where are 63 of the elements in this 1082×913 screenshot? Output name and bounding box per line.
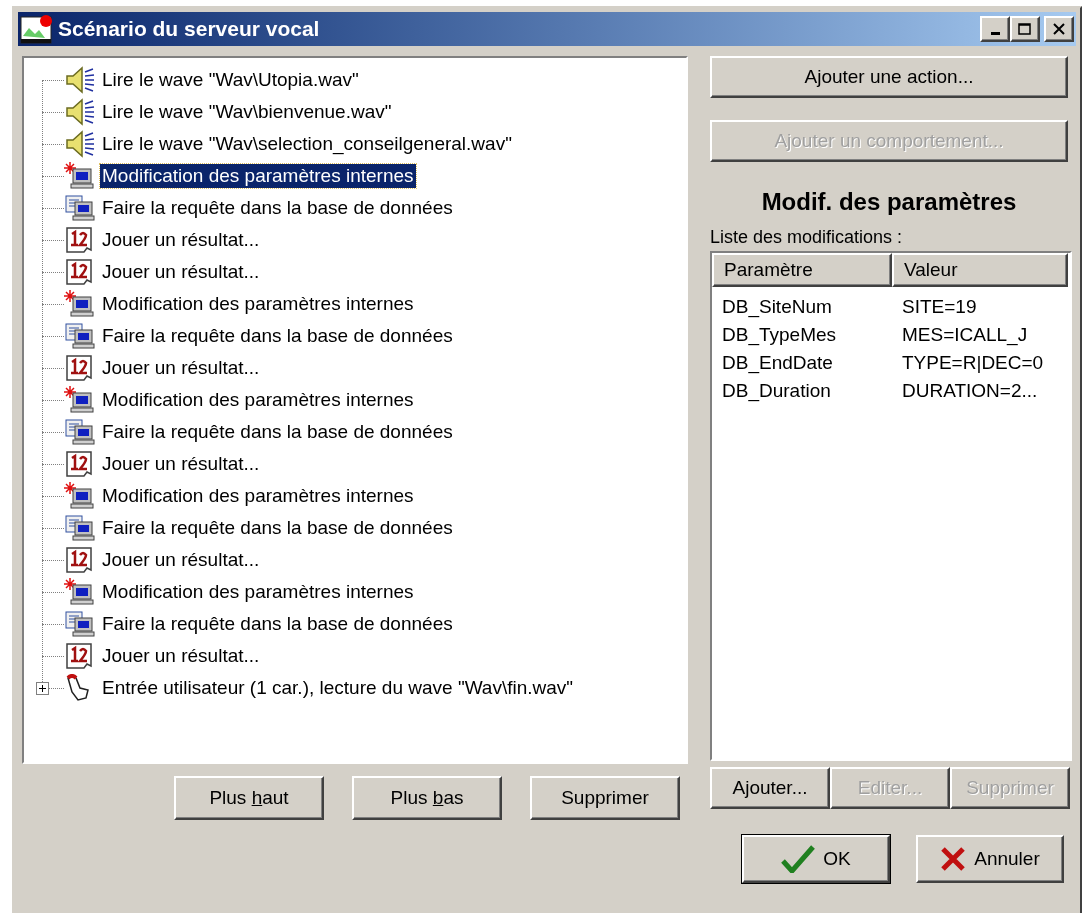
column-header[interactable]: Valeur — [892, 253, 1068, 287]
computer-icon — [64, 162, 96, 190]
tree-item[interactable]: Jouer un résultat... — [100, 644, 262, 668]
tree-item[interactable]: Jouer un résultat... — [100, 548, 262, 572]
computers-icon — [64, 194, 96, 222]
close-button[interactable] — [1044, 16, 1074, 42]
button[interactable]: Ajouter une action... — [710, 56, 1068, 98]
tree-item[interactable]: Jouer un résultat... — [100, 260, 262, 284]
tree-item[interactable]: Lire le wave "Wav\bienvenue.wav" — [100, 100, 394, 124]
tree-item[interactable]: Modification des paramètres internes — [100, 292, 416, 316]
expand-icon[interactable] — [36, 682, 49, 695]
section-title: Modif. des paramètres — [760, 187, 1018, 217]
tree-item[interactable]: Faire la requête dans la base de données — [100, 516, 455, 540]
tree-item[interactable]: Jouer un résultat... — [100, 356, 262, 380]
speaker-icon — [64, 98, 96, 126]
tree-item[interactable]: Lire le wave "Wav\Utopia.wav" — [100, 68, 361, 92]
minimize-icon — [990, 31, 1000, 35]
table-cell-text: DB_TypeMes — [721, 322, 838, 348]
computer-icon — [64, 578, 96, 606]
ok-button[interactable]: OK — [742, 835, 890, 883]
computer-icon — [64, 386, 96, 414]
maximize-button[interactable] — [1010, 16, 1040, 42]
tree-item[interactable]: Jouer un résultat... — [100, 452, 262, 476]
computers-icon — [64, 610, 96, 638]
tree-item[interactable]: Faire la requête dans la base de données — [100, 324, 455, 348]
speaker-icon — [64, 66, 96, 94]
cross-icon — [940, 846, 967, 872]
tree-item[interactable]: Modification des paramètres internes — [100, 580, 416, 604]
tree-item[interactable]: Modification des paramètres internes — [100, 388, 416, 412]
app-icon — [20, 14, 54, 44]
cancel-button[interactable]: Annuler — [916, 835, 1064, 883]
table-cell-text: SITE=19 — [901, 294, 977, 319]
column-header[interactable]: Paramètre — [712, 253, 892, 287]
computer-icon — [64, 482, 96, 510]
table-cell-text: TYPE=R|DEC=0 — [901, 350, 1044, 375]
button[interactable]: Ajouter... — [710, 767, 830, 809]
check-icon — [781, 845, 816, 873]
close-icon — [1052, 23, 1066, 35]
computers-icon — [64, 418, 96, 446]
button[interactable]: Plus haut — [174, 776, 324, 820]
computer-icon — [64, 290, 96, 318]
tree-item[interactable]: Entrée utilisateur (1 car.), lecture du wave "Wav\fin.wav" — [100, 676, 576, 700]
tree-item[interactable]: Faire la requête dans la base de données — [100, 420, 455, 444]
tree-item[interactable]: Modification des paramètres internes — [100, 164, 416, 188]
table-cell-text: DB_Duration — [721, 378, 832, 404]
button[interactable]: Plus bas — [352, 776, 502, 820]
tree-item[interactable]: Faire la requête dans la base de données — [100, 612, 455, 636]
tree-item[interactable]: Lire le wave "Wav\selection_conseilgeneral.wav" — [100, 132, 514, 156]
maximize-icon — [1018, 23, 1032, 35]
computers-icon — [64, 514, 96, 542]
minimize-button[interactable] — [980, 16, 1010, 42]
tree-item[interactable]: Modification des paramètres internes — [100, 484, 416, 508]
table-cell-text: DB_SiteNum — [721, 294, 833, 320]
tree-item[interactable]: Jouer un résultat... — [100, 228, 262, 252]
computers-icon — [64, 322, 96, 350]
table-cell-text: DURATION=2... — [901, 378, 1038, 403]
tree-item[interactable]: Faire la requête dans la base de données — [100, 196, 455, 220]
speaker-icon — [64, 130, 96, 158]
button[interactable]: Supprimer — [530, 776, 680, 820]
list-label: Liste des modifications : — [710, 226, 904, 249]
table-cell-text: MES=ICALL_J — [901, 322, 1028, 348]
window-title: Scénario du serveur vocal — [58, 16, 321, 43]
table-cell-text: DB_EndDate — [721, 350, 834, 376]
